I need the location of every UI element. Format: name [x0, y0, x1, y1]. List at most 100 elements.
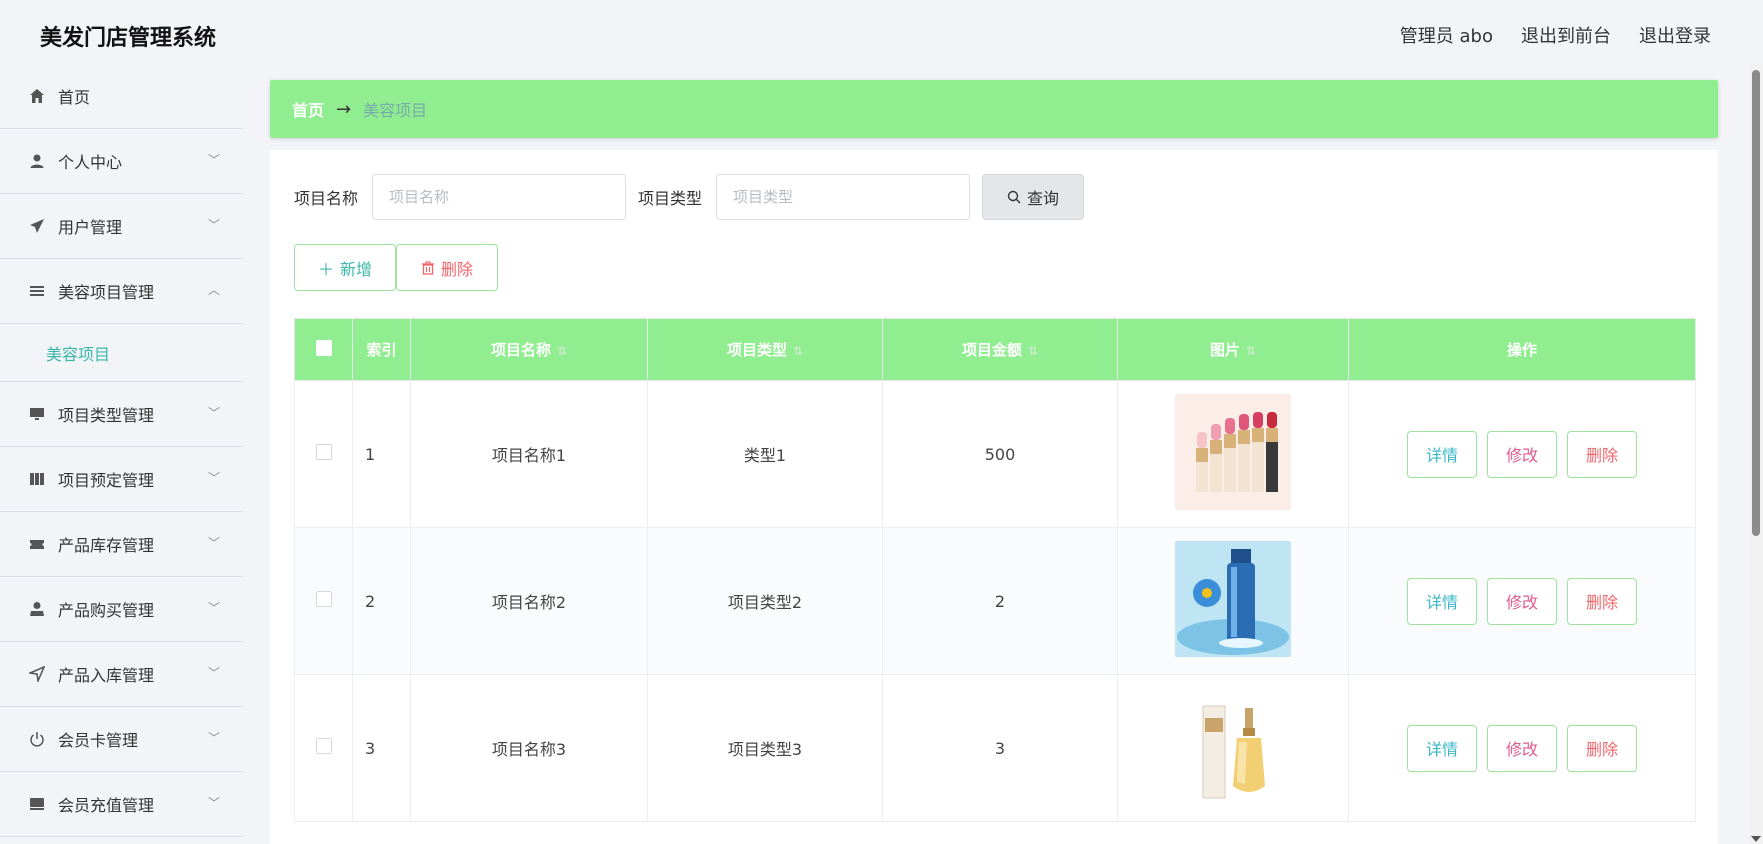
delete-button[interactable]: 删除 — [1567, 577, 1637, 625]
page-scrollbar[interactable] — [1749, 64, 1763, 844]
sidebar-item-project-booking-management[interactable]: 项目预定管理 ﹀ — [0, 447, 242, 512]
lipstick-image[interactable] — [1175, 394, 1291, 510]
detail-button[interactable]: 详情 — [1407, 430, 1477, 478]
sidebar-item-label: 项目预定管理 — [58, 471, 155, 490]
navigation-icon — [28, 665, 46, 683]
row-index: 3 — [352, 674, 411, 822]
delete-button[interactable]: 删除 — [1567, 724, 1637, 772]
logout-link[interactable]: 退出登录 — [1639, 22, 1711, 48]
breadcrumb-home[interactable]: 首页 — [292, 97, 324, 121]
sidebar-item-project-type-management[interactable]: 项目类型管理 ﹀ — [0, 382, 242, 447]
search-form: 项目名称 项目类型 查询 — [294, 174, 1085, 220]
breadcrumb: 首页 → 美容项目 — [270, 80, 1718, 138]
row-project-type: 项目类型2 — [647, 527, 883, 675]
detail-button[interactable]: 详情 — [1407, 724, 1477, 772]
chevron-down-icon: ﹀ — [207, 666, 220, 680]
sidebar-item-label: 产品库存管理 — [58, 536, 155, 555]
project-type-input[interactable] — [716, 174, 971, 220]
row-operations: 详情 修改 删除 — [1349, 724, 1695, 772]
paper-plane-icon — [28, 217, 46, 235]
exit-to-front-link[interactable]: 退出到前台 — [1521, 22, 1611, 48]
detail-button[interactable]: 详情 — [1407, 577, 1477, 625]
edit-button[interactable]: 修改 — [1487, 430, 1557, 478]
project-name-input[interactable] — [372, 174, 627, 220]
row-operations: 详情 修改 删除 — [1349, 430, 1695, 478]
header-project-name[interactable]: 项目名称 ⇅ — [410, 318, 648, 381]
sidebar: 首页 个人中心 ﹀ 用户管理 ﹀ 美容项目管理 ︿ 美容项目 项目类型管理 ﹀ — [0, 64, 242, 844]
row-index: 1 — [352, 380, 411, 528]
sort-icon[interactable]: ⇅ — [1246, 344, 1256, 358]
project-type-label: 项目类型 — [638, 189, 703, 208]
delete-button[interactable]: 删除 — [1567, 430, 1637, 478]
header-project-type[interactable]: 项目类型 ⇅ — [647, 318, 883, 381]
list-icon — [28, 282, 46, 300]
header-project-amount[interactable]: 项目金额 ⇅ — [882, 318, 1118, 381]
row-project-name: 项目名称1 — [410, 380, 648, 528]
row-project-amount: 500 — [882, 380, 1118, 528]
chevron-up-icon: ︿ — [207, 283, 220, 297]
sidebar-item-label: 会员卡管理 — [58, 731, 139, 750]
scrollbar-thumb[interactable] — [1752, 70, 1760, 536]
sidebar-item-home[interactable]: 首页 — [0, 64, 242, 129]
header-index: 索引 — [352, 318, 411, 381]
sort-icon[interactable]: ⇅ — [557, 344, 567, 358]
edit-button[interactable]: 修改 — [1487, 724, 1557, 772]
perfume-image[interactable] — [1175, 688, 1291, 804]
main-content: 首页 → 美容项目 项目名称 项目类型 查询 ＋ 新增 删除 — [270, 80, 1718, 844]
row-project-type: 项目类型3 — [647, 674, 883, 822]
wallet-icon — [28, 795, 46, 813]
header-select-all[interactable] — [294, 318, 353, 381]
scroll-down-arrow-icon[interactable] — [1751, 836, 1761, 842]
app-title: 美发门店管理系统 — [40, 26, 217, 51]
chevron-down-icon: ﹀ — [207, 536, 220, 550]
sidebar-item-product-stock-management[interactable]: 产品库存管理 ﹀ — [0, 512, 242, 577]
arrow-right-icon: → — [336, 98, 352, 120]
chevron-down-icon: ﹀ — [207, 406, 220, 420]
row-checkbox[interactable] — [315, 738, 332, 754]
sort-icon[interactable]: ⇅ — [793, 344, 803, 358]
sidebar-subitem-beauty-project[interactable]: 美容项目 — [0, 324, 242, 382]
search-button[interactable]: 查询 — [982, 174, 1085, 220]
trash-icon — [421, 260, 434, 275]
sidebar-item-beauty-project-management[interactable]: 美容项目管理 ︿ — [0, 259, 242, 324]
content-panel: 项目名称 项目类型 查询 ＋ 新增 删除 — [270, 150, 1718, 844]
header-image[interactable]: 图片 ⇅ — [1117, 318, 1349, 381]
sidebar-subitem-label: 美容项目 — [46, 344, 111, 364]
user-label: 管理员 abo — [1399, 26, 1493, 47]
sidebar-item-label: 产品购买管理 — [58, 601, 155, 620]
top-bar: 美发门店管理系统 管理员 abo 退出到前台 退出登录 — [0, 0, 1763, 64]
add-button[interactable]: ＋ 新增 — [294, 244, 396, 291]
select-all-checkbox[interactable] — [315, 339, 332, 356]
action-bar: ＋ 新增 删除 — [294, 244, 498, 291]
skincare-bottle-image[interactable] — [1175, 541, 1291, 657]
delete-button-label: 删除 — [440, 259, 473, 279]
sidebar-item-user-management[interactable]: 用户管理 ﹀ — [0, 194, 242, 259]
sort-icon[interactable]: ⇅ — [1028, 344, 1038, 358]
power-icon — [28, 730, 46, 748]
sidebar-item-label: 会员充值管理 — [58, 796, 155, 815]
breadcrumb-current: 美容项目 — [363, 101, 428, 120]
sidebar-item-member-card-management[interactable]: 会员卡管理 ﹀ — [0, 707, 242, 772]
user-icon — [28, 152, 46, 170]
top-actions: 管理员 abo 退出到前台 退出登录 — [1400, 22, 1711, 48]
edit-button[interactable]: 修改 — [1487, 577, 1557, 625]
table-row: 2 项目名称2 项目类型2 2 详情 修改 删除 — [294, 527, 1696, 675]
row-project-type: 类型1 — [647, 380, 883, 528]
header-operations: 操作 — [1348, 318, 1696, 381]
home-icon — [28, 87, 46, 105]
row-checkbox[interactable] — [315, 591, 332, 607]
project-name-label: 项目名称 — [294, 189, 359, 208]
sidebar-item-member-recharge-management[interactable]: 会员充值管理 ﹀ — [0, 772, 242, 837]
sidebar-item-label: 首页 — [58, 88, 91, 107]
sidebar-item-product-purchase-management[interactable]: 产品购买管理 ﹀ — [0, 577, 242, 642]
batch-delete-button[interactable]: 删除 — [396, 244, 498, 291]
plus-icon: ＋ — [317, 259, 334, 279]
table-row: 3 项目名称3 项目类型3 3 详情 修改 删除 — [294, 674, 1696, 822]
search-button-label: 查询 — [1027, 189, 1060, 208]
chevron-down-icon: ﹀ — [207, 796, 220, 810]
sidebar-item-personal-center[interactable]: 个人中心 ﹀ — [0, 129, 242, 194]
sidebar-item-product-inbound-management[interactable]: 产品入库管理 ﹀ — [0, 642, 242, 707]
row-checkbox[interactable] — [315, 444, 332, 460]
sidebar-item-label: 用户管理 — [58, 218, 123, 237]
person-icon — [28, 600, 46, 618]
